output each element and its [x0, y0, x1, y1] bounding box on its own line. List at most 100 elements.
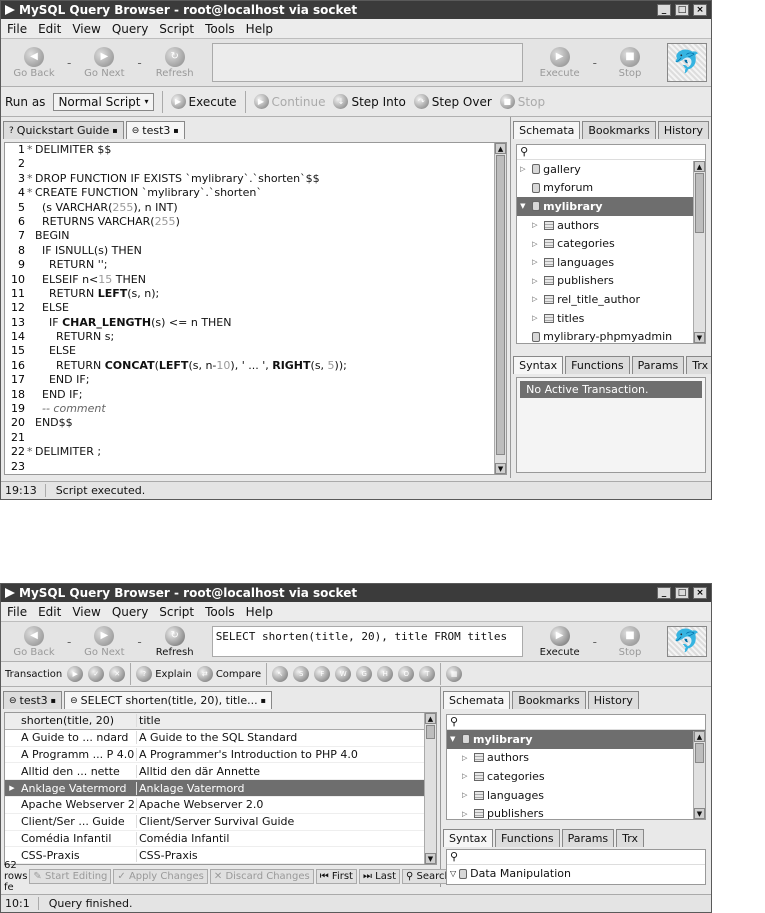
- table-cell[interactable]: A Programmer's Introduction to PHP 4.0: [137, 748, 436, 761]
- minimize-button[interactable]: _: [657, 4, 671, 16]
- refresh-button[interactable]: ↻ Refresh: [146, 46, 204, 79]
- code-line[interactable]: 14 RETURN s;: [5, 330, 506, 344]
- code-line[interactable]: 16 RETURN CONCAT(LEFT(s, n-10), ' ... ',…: [5, 359, 506, 373]
- scroll-thumb[interactable]: [426, 725, 435, 739]
- tab-schemata[interactable]: Schemata: [443, 691, 511, 709]
- column-header[interactable]: shorten(title, 20): [19, 714, 137, 728]
- table-row[interactable]: A Guide to ... ndard A Guide to the SQL S…: [5, 730, 436, 747]
- code-line[interactable]: 22 * DELIMITER ;: [5, 445, 506, 459]
- from-clause-icon[interactable]: F: [314, 666, 331, 682]
- expand-icon[interactable]: ▷: [462, 754, 471, 762]
- code-line[interactable]: 11 RETURN LEFT(s, n);: [5, 287, 506, 301]
- commit-icon[interactable]: ✓: [88, 666, 105, 682]
- tab-schemata[interactable]: Schemata: [513, 121, 581, 139]
- tab-test3[interactable]: ⊖ test3 ▪: [3, 691, 63, 709]
- schemata-tree[interactable]: ⚲ ▼ mylibrary ▷ authors ▷ categories ▷ language…: [446, 714, 706, 820]
- menu-view[interactable]: View: [72, 605, 100, 619]
- code-line[interactable]: 9 RETURN '';: [5, 258, 506, 272]
- table-row[interactable]: Apache Webserver 2.0 Apache Webserver 2.0: [5, 797, 436, 814]
- table-cell[interactable]: Anklage Vatermord: [19, 781, 137, 795]
- start-transaction-icon[interactable]: ▶: [67, 666, 84, 682]
- grid-scrollbar[interactable]: ▲ ▼: [424, 713, 436, 864]
- table-row[interactable]: Alltid den ... nette Alltid den där Annet…: [5, 763, 436, 781]
- code-line[interactable]: 12 ELSE: [5, 301, 506, 315]
- tab-functions[interactable]: Functions: [495, 829, 560, 847]
- tab-history[interactable]: History: [657, 121, 709, 139]
- close-button[interactable]: ×: [693, 4, 707, 16]
- schema-search-field[interactable]: ⚲: [447, 715, 705, 730]
- tab-trx[interactable]: Trx: [616, 829, 644, 847]
- close-tab-icon[interactable]: ▪: [261, 696, 266, 705]
- scroll-up-icon[interactable]: ▲: [495, 143, 507, 154]
- where-clause-icon[interactable]: W: [335, 666, 352, 682]
- code-line[interactable]: 19 -- comment: [5, 402, 506, 416]
- group-clause-icon[interactable]: G: [356, 666, 373, 682]
- rollback-icon[interactable]: ✕: [109, 666, 126, 682]
- table-row[interactable]: Comédia Infantil Comédia Infantil: [5, 831, 436, 848]
- close-button[interactable]: ×: [693, 587, 707, 599]
- tree-item-categories[interactable]: ▷ categories: [517, 234, 705, 253]
- close-tab-icon[interactable]: ▪: [51, 696, 56, 705]
- tree-item-publishers[interactable]: ▷ publishers: [517, 272, 705, 291]
- maximize-button[interactable]: □: [675, 4, 689, 16]
- having-clause-icon[interactable]: H: [377, 666, 394, 682]
- tree-scrollbar[interactable]: ▲ ▼: [693, 731, 705, 819]
- expand-icon[interactable]: ▷: [462, 810, 471, 818]
- tree-scrollbar[interactable]: ▲ ▼: [693, 161, 705, 343]
- script-execute-button[interactable]: ▶ Execute: [170, 94, 237, 109]
- close-tab-icon[interactable]: ▪: [112, 126, 117, 135]
- tree-item-myforum[interactable]: myforum: [517, 179, 705, 198]
- scroll-down-icon[interactable]: ▼: [694, 332, 705, 343]
- table-editor-icon[interactable]: ▦: [446, 666, 463, 682]
- tab-syntax[interactable]: Syntax: [513, 356, 564, 374]
- expand-icon[interactable]: ▼: [450, 735, 459, 743]
- tree-item-publishers[interactable]: ▷ publishers: [447, 804, 705, 819]
- scroll-down-icon[interactable]: ▼: [425, 853, 436, 864]
- table-cell[interactable]: Anklage Vatermord: [137, 782, 436, 795]
- menu-tools[interactable]: Tools: [205, 22, 235, 36]
- table-cell[interactable]: A Programm ... P 4.0: [19, 747, 137, 761]
- menu-tools[interactable]: Tools: [205, 605, 235, 619]
- execute-button[interactable]: ▶ Execute: [531, 625, 589, 658]
- expand-icon[interactable]: ▷: [462, 791, 471, 799]
- table-cell[interactable]: Client/Ser ... Guide: [19, 815, 137, 829]
- tab-params[interactable]: Params: [631, 356, 685, 374]
- tab-history[interactable]: History: [587, 691, 639, 709]
- apply-changes-button[interactable]: ✓ Apply Changes: [113, 869, 208, 884]
- last-button[interactable]: ⏭ Last: [358, 869, 400, 884]
- code-line[interactable]: 13 IF CHAR_LENGTH(s) <= n THEN: [5, 316, 506, 330]
- code-line[interactable]: 1 * DELIMITER $$: [5, 143, 506, 157]
- scroll-up-icon[interactable]: ▲: [425, 713, 436, 724]
- menu-view[interactable]: View: [72, 22, 100, 36]
- tab-select-query[interactable]: ⊖ SELECT shorten(title, 20), title... ▪: [64, 691, 273, 709]
- code-line[interactable]: 20 END$$: [5, 416, 506, 430]
- tab-trx[interactable]: Trx: [686, 356, 711, 374]
- minimize-button[interactable]: _: [657, 587, 671, 599]
- tab-bookmarks[interactable]: Bookmarks: [512, 691, 586, 709]
- code-line[interactable]: 4 * CREATE FUNCTION `mylibrary`.`shorten`: [5, 186, 506, 200]
- expand-icon[interactable]: ▷: [520, 165, 529, 173]
- menu-query[interactable]: Query: [112, 605, 148, 619]
- menu-file[interactable]: File: [7, 605, 27, 619]
- menu-edit[interactable]: Edit: [38, 22, 61, 36]
- tree-item-gallery[interactable]: ▷ gallery: [517, 160, 705, 179]
- code-line[interactable]: 15 ELSE: [5, 344, 506, 358]
- tab-syntax[interactable]: Syntax: [443, 829, 494, 847]
- expand-icon[interactable]: ▼: [520, 202, 529, 210]
- code-line[interactable]: 23: [5, 460, 506, 474]
- table-cell[interactable]: Apache Webserver 2.0: [19, 798, 137, 812]
- tab-test3[interactable]: ⊖ test3 ▪: [125, 121, 185, 139]
- discard-changes-button[interactable]: ✕ Discard Changes: [209, 869, 314, 884]
- expand-icon[interactable]: ▷: [532, 240, 541, 248]
- go-back-button[interactable]: ◀ Go Back: [5, 46, 63, 79]
- expand-icon[interactable]: ▷: [532, 295, 541, 303]
- refresh-button[interactable]: ↻ Refresh: [146, 625, 204, 658]
- menu-file[interactable]: File: [7, 22, 27, 36]
- syntax-search-field[interactable]: ⚲: [447, 850, 705, 865]
- execute-button[interactable]: ▶ Execute: [531, 46, 589, 79]
- table-cell[interactable]: Client/Server Survival Guide: [137, 815, 436, 828]
- start-editing-button[interactable]: ✎ Start Editing: [29, 869, 112, 884]
- menu-script[interactable]: Script: [159, 22, 194, 36]
- scroll-thumb[interactable]: [695, 173, 704, 233]
- cursor-tool-icon[interactable]: ↖: [272, 666, 289, 682]
